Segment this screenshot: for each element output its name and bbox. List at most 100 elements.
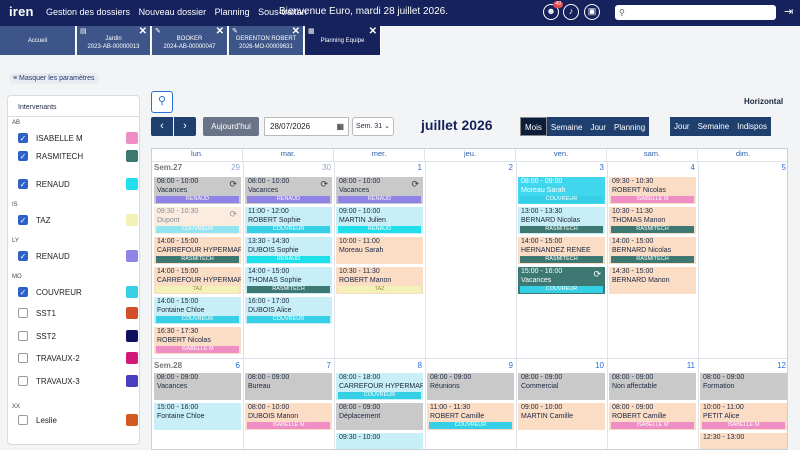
resource-color-swatch[interactable] bbox=[126, 250, 138, 262]
view-planning[interactable]: Planning bbox=[610, 118, 649, 137]
resource-color-swatch[interactable] bbox=[126, 132, 138, 144]
calendar-event[interactable]: 08:00 - 09:00 ROBERT Camille ISABELLE M bbox=[609, 403, 696, 430]
calendar-event[interactable]: 14:00 - 15:00 CARREFOUR HYPERMARCH RASMITE… bbox=[154, 237, 241, 264]
date-number[interactable]: 29 bbox=[152, 163, 240, 172]
resource-item[interactable]: SST2 bbox=[16, 328, 138, 346]
calendar-event[interactable]: 13:00 - 13:30 BERNARD Nicolas RASMITECH bbox=[518, 207, 605, 234]
calendar-event[interactable]: 08:00 - 09:00 Moreau Sarah COUVREUR bbox=[518, 177, 605, 204]
calendar-event[interactable]: 14:00 - 15:00 Fontaine Chloe COUVREUR bbox=[154, 297, 241, 324]
calendar-event[interactable]: 08:00 - 10:00 DUBOIS Manon ISABELLE M bbox=[245, 403, 332, 430]
calendar-event[interactable]: 15:00 - 16:00 Vacances COUVREUR ⟳ bbox=[518, 267, 605, 294]
hide-parameters-button[interactable]: ≡ Masquer les paramètres bbox=[9, 73, 99, 84]
view-res-jour[interactable]: Jour bbox=[670, 117, 694, 136]
date-number[interactable]: 6 bbox=[152, 361, 240, 370]
tab-planning-equipe[interactable]: ▦ Planning Equipe ✕ bbox=[305, 26, 381, 55]
calendar-event[interactable]: 14:30 - 15:00 BERNARD Manon bbox=[609, 267, 696, 294]
resource-checkbox[interactable]: ✓ bbox=[18, 179, 28, 189]
calendar-event[interactable]: 09:30 - 10:30 ROBERT Nicolas ISABELLE M bbox=[609, 177, 696, 204]
calendar-event[interactable]: 08:00 - 09:00 Déplacement bbox=[336, 403, 423, 430]
calendar-event[interactable]: 14:00 - 15:00 BERNARD Nicolas RASMITECH bbox=[609, 237, 696, 264]
resource-color-swatch[interactable] bbox=[126, 414, 138, 426]
view-res-semaine[interactable]: Semaine bbox=[694, 117, 734, 136]
resource-item[interactable]: ✓ ISABELLE M bbox=[16, 130, 138, 148]
calendar-event[interactable]: 10:00 - 11:00 PETIT Alice ISABELLE M bbox=[700, 403, 787, 430]
resource-color-swatch[interactable] bbox=[126, 214, 138, 226]
resource-checkbox[interactable] bbox=[18, 308, 28, 318]
calendar-event[interactable]: 08:00 - 09:00 Vacances bbox=[154, 373, 241, 400]
date-number[interactable]: 11 bbox=[607, 361, 695, 370]
resource-color-swatch[interactable] bbox=[126, 352, 138, 364]
calendar-event[interactable]: 08:00 - 09:00 Formation bbox=[700, 373, 787, 400]
date-number[interactable]: 4 bbox=[607, 163, 695, 172]
logout-icon[interactable]: ⇥ bbox=[784, 5, 793, 18]
view-jour[interactable]: Jour bbox=[586, 118, 610, 137]
app-logo[interactable]: iren bbox=[9, 4, 34, 19]
search-input[interactable]: ⚲ bbox=[615, 5, 776, 20]
resource-item[interactable]: ✓ TAZ bbox=[16, 212, 138, 230]
resource-checkbox[interactable]: ✓ bbox=[18, 251, 28, 261]
resource-item[interactable]: ✓ RENAUD bbox=[16, 248, 138, 266]
date-number[interactable]: 7 bbox=[243, 361, 331, 370]
date-input[interactable]: 28/07/2026 ▦ bbox=[264, 117, 349, 136]
map-pin-button[interactable]: ⚲ bbox=[151, 91, 173, 113]
resource-color-swatch[interactable] bbox=[126, 178, 138, 190]
date-number[interactable]: 2 bbox=[425, 163, 513, 172]
date-number[interactable]: 9 bbox=[425, 361, 513, 370]
date-number[interactable]: 5 bbox=[698, 163, 786, 172]
resource-checkbox[interactable]: ✓ bbox=[18, 133, 28, 143]
calendar-event[interactable]: 08:00 - 10:00 Vacances RENAUD ⟳ bbox=[245, 177, 332, 204]
resource-item[interactable]: ✓ COUVREUR bbox=[16, 284, 138, 302]
next-button[interactable]: › bbox=[174, 117, 196, 136]
view-semaine[interactable]: Semaine bbox=[547, 118, 587, 137]
prev-button[interactable]: ‹ bbox=[151, 117, 173, 136]
view-mois[interactable]: Mois bbox=[520, 117, 547, 136]
resource-item[interactable]: ✓ RENAUD bbox=[16, 176, 138, 194]
calendar-event[interactable]: 10:00 - 11:00 Moreau Sarah bbox=[336, 237, 423, 264]
date-number[interactable]: 12 bbox=[698, 361, 786, 370]
resource-checkbox[interactable]: ✓ bbox=[18, 151, 28, 161]
calendar-event[interactable]: 09:30 - 10:00 bbox=[336, 433, 423, 449]
resource-checkbox[interactable]: ✓ bbox=[18, 215, 28, 225]
calendar-event[interactable]: 08:00 - 09:00 Bureau bbox=[245, 373, 332, 400]
tab-jardin[interactable]: ▤ Jardin 2023-AB-00000013 ✕ bbox=[77, 26, 151, 55]
calendar-event[interactable]: 10:30 - 11:30 THOMAS Manon RASMITECH bbox=[609, 207, 696, 234]
calendar-event[interactable]: 11:00 - 11:30 ROBERT Camille COUVREUR bbox=[427, 403, 514, 430]
resource-color-swatch[interactable] bbox=[126, 286, 138, 298]
resource-color-swatch[interactable] bbox=[126, 150, 138, 162]
resource-item[interactable]: Leslie bbox=[16, 412, 138, 430]
tab-accueil[interactable]: Accueil bbox=[0, 26, 76, 55]
view-indispos[interactable]: Indispos bbox=[733, 117, 771, 136]
date-number[interactable]: 1 bbox=[334, 163, 422, 172]
user-badge-icon[interactable]: ☻ 49 bbox=[543, 1, 563, 20]
resource-checkbox[interactable] bbox=[18, 376, 28, 386]
calendar-event[interactable]: 09:00 - 10:00 MARTIN Julien RENAUD bbox=[336, 207, 423, 234]
date-number[interactable]: 8 bbox=[334, 361, 422, 370]
resource-item[interactable]: SST1 bbox=[16, 305, 138, 323]
calendar-event[interactable]: 11:00 - 12:00 ROBERT Sophie COUVREUR bbox=[245, 207, 332, 234]
calendar-event[interactable]: 10:30 - 11:30 ROBERT Manon TAZ bbox=[336, 267, 423, 294]
calendar-event[interactable]: 16:30 - 17:30 ROBERT Nicolas ISABELLE M bbox=[154, 327, 241, 354]
calendar-event[interactable]: 08:00 - 09:00 Non affectable bbox=[609, 373, 696, 400]
calendar-event[interactable]: 08:00 - 09:00 Commercial bbox=[518, 373, 605, 400]
close-icon[interactable]: ✕ bbox=[369, 27, 377, 37]
week-select[interactable]: Sem. 31 ⌄ bbox=[352, 117, 394, 136]
nav-gestion-dossiers[interactable]: Gestion des dossiers bbox=[46, 7, 130, 17]
nav-planning[interactable]: Planning bbox=[215, 7, 250, 17]
calendar-event[interactable]: 08:00 - 10:00 Vacances RENAUD ⟳ bbox=[154, 177, 241, 204]
resource-color-swatch[interactable] bbox=[126, 375, 138, 387]
resource-checkbox[interactable] bbox=[18, 353, 28, 363]
today-button[interactable]: Aujourd'hui bbox=[203, 117, 259, 136]
calendar-event[interactable]: 09:00 - 10:00 MARTIN Camille bbox=[518, 403, 605, 430]
resource-color-swatch[interactable] bbox=[126, 330, 138, 342]
tab-booker[interactable]: ✎ BOOKER 2024-AB-00000047 ✕ bbox=[152, 26, 228, 55]
calendar-event[interactable]: 14:00 - 15:00 HERNANDEZ RENEE RASMITECH bbox=[518, 237, 605, 264]
package-icon[interactable]: ▣ bbox=[584, 4, 600, 20]
nav-nouveau-dossier[interactable]: Nouveau dossier bbox=[139, 7, 207, 17]
calendar-event[interactable]: 09:30 - 10:30 Dupont COUVREUR ⟳ bbox=[154, 207, 241, 234]
calendar-event[interactable]: 13:30 - 14:30 DUBOIS Sophie RENAUD bbox=[245, 237, 332, 264]
calendar-icon[interactable]: ▦ bbox=[336, 118, 344, 135]
date-number[interactable]: 10 bbox=[516, 361, 604, 370]
resource-color-swatch[interactable] bbox=[126, 307, 138, 319]
resource-item[interactable]: TRAVAUX-3 bbox=[16, 373, 138, 391]
bell-icon[interactable]: ♪ bbox=[563, 4, 579, 20]
